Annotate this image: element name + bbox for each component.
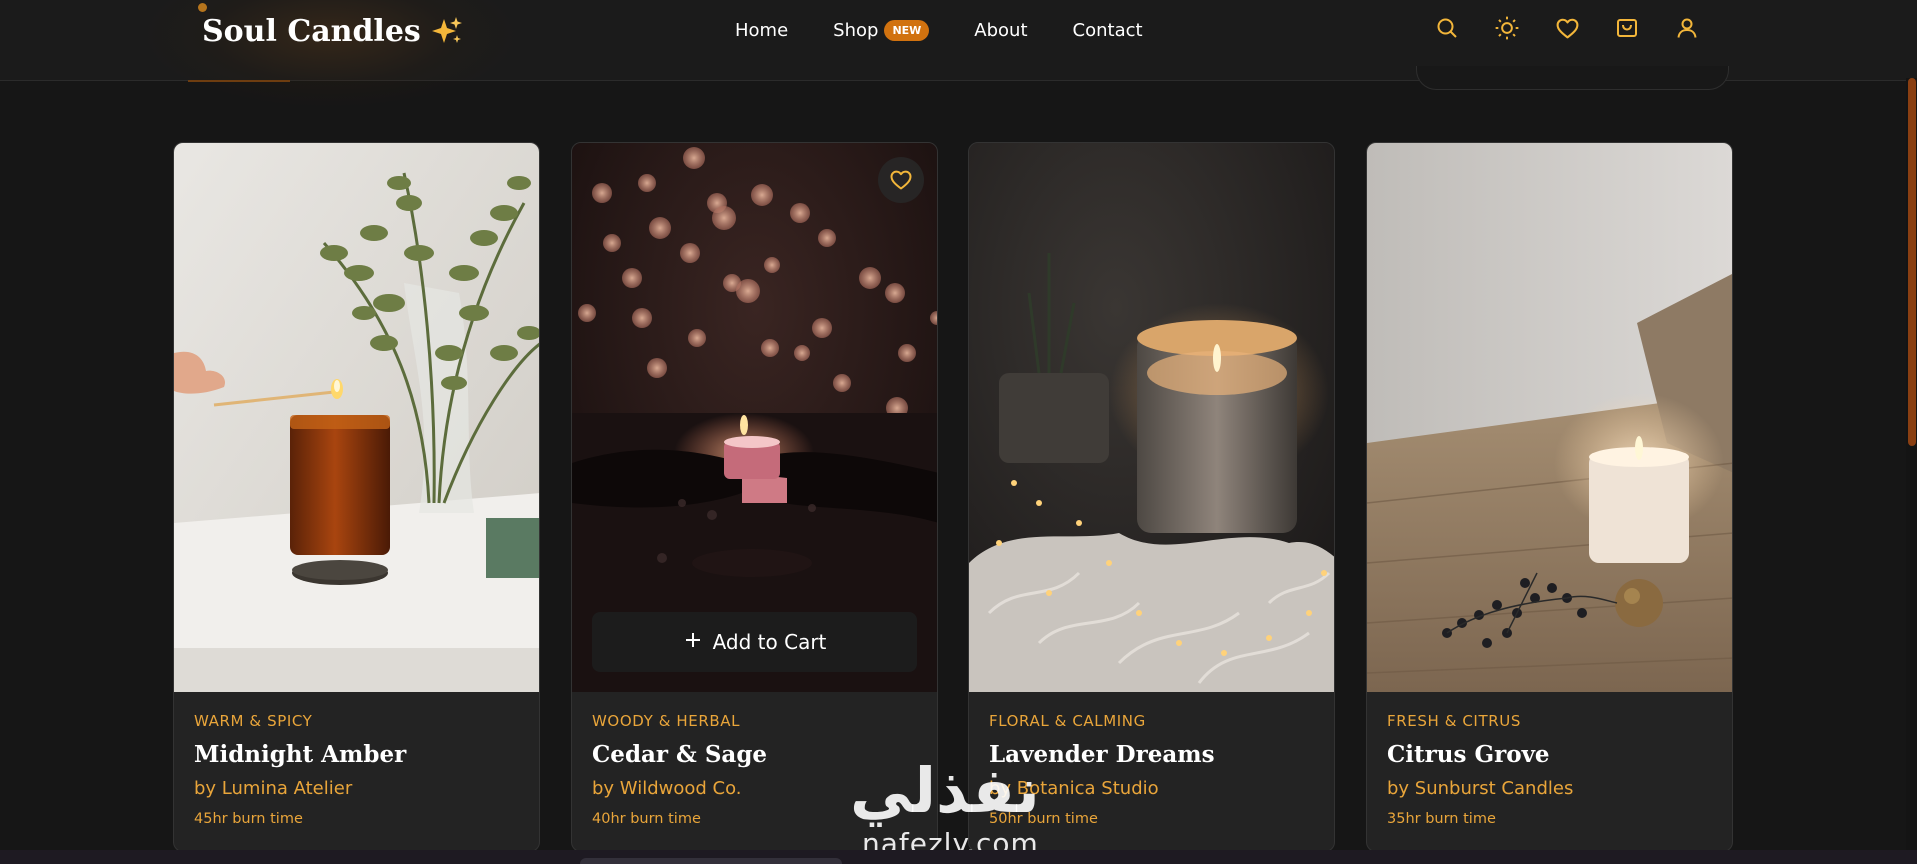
nav-shop[interactable]: Shop NEW (833, 19, 930, 41)
add-to-cart-label: Add to Cart (712, 630, 827, 654)
plus-icon (683, 630, 703, 655)
scrollbar-thumb[interactable] (1908, 78, 1916, 446)
add-to-cart-button[interactable]: Add to Cart (592, 612, 917, 672)
product-title[interactable]: Lavender Dreams (989, 741, 1316, 773)
product-image[interactable] (969, 143, 1334, 692)
product-category: WARM & SPICY (194, 712, 313, 730)
product-maker[interactable]: by Sunburst Candles (1387, 778, 1714, 802)
main-nav: Home Shop NEW About Contact (735, 14, 1143, 46)
product-maker[interactable]: by Lumina Atelier (194, 778, 521, 802)
site-logo[interactable]: Soul Candles (202, 10, 463, 52)
product-image[interactable] (174, 143, 539, 692)
product-maker[interactable]: by Wildwood Co. (592, 778, 919, 802)
nav-contact[interactable]: Contact (1073, 20, 1143, 41)
logo-text: Soul Candles (202, 13, 421, 49)
product-burn-time: 45hr burn time (194, 811, 303, 827)
product-info: FLORAL & CALMING Lavender Dreams by Bota… (989, 712, 1316, 831)
active-underline (188, 80, 290, 82)
nav-home[interactable]: Home (735, 20, 788, 41)
product-image[interactable] (572, 143, 937, 692)
new-badge: NEW (884, 19, 930, 41)
taskbar-search[interactable] (580, 858, 842, 864)
product-title[interactable]: Midnight Amber (194, 741, 521, 773)
product-category: FLORAL & CALMING (989, 712, 1146, 730)
user-icon[interactable] (1673, 14, 1701, 42)
product-category: FRESH & CITRUS (1387, 712, 1521, 730)
product-card[interactable]: FRESH & CITRUS Citrus Grove by Sunburst … (1366, 142, 1733, 852)
nav-about[interactable]: About (974, 20, 1027, 41)
heart-icon[interactable] (1553, 14, 1581, 42)
sun-icon[interactable] (1493, 14, 1521, 42)
search-bar-edge (1416, 66, 1729, 90)
product-title[interactable]: Citrus Grove (1387, 741, 1714, 773)
product-category: WOODY & HERBAL (592, 712, 741, 730)
os-taskbar (0, 850, 1917, 864)
product-maker[interactable]: by Botanica Studio (989, 778, 1316, 802)
cart-icon[interactable] (1613, 14, 1641, 42)
product-burn-time: 35hr burn time (1387, 811, 1496, 827)
product-info: WOODY & HERBAL Cedar & Sage by Wildwood … (592, 712, 919, 831)
product-info: FRESH & CITRUS Citrus Grove by Sunburst … (1387, 712, 1714, 831)
search-icon[interactable] (1433, 14, 1461, 42)
product-grid: WARM & SPICY Midnight Amber by Lumina At… (173, 142, 1733, 864)
product-card[interactable]: WARM & SPICY Midnight Amber by Lumina At… (173, 142, 540, 852)
sparkles-icon (431, 15, 463, 47)
heart-outline-icon (890, 170, 912, 190)
product-title[interactable]: Cedar & Sage (592, 741, 919, 773)
product-burn-time: 50hr burn time (989, 811, 1098, 827)
product-burn-time: 40hr burn time (592, 811, 701, 827)
product-image[interactable] (1367, 143, 1732, 692)
wishlist-button[interactable] (878, 157, 924, 203)
product-card[interactable]: Add to Cart WOODY & HERBAL Cedar & Sage … (571, 142, 938, 852)
product-info: WARM & SPICY Midnight Amber by Lumina At… (194, 712, 521, 831)
product-card[interactable]: FLORAL & CALMING Lavender Dreams by Bota… (968, 142, 1335, 852)
header-actions (1433, 14, 1701, 42)
